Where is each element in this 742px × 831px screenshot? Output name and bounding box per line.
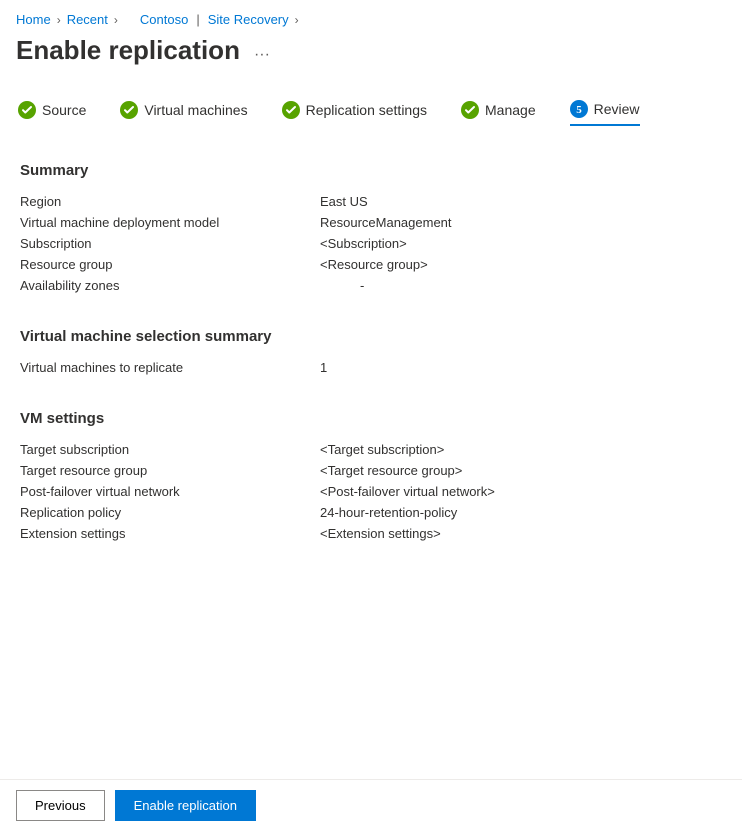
breadcrumb-home[interactable]: Home <box>16 12 51 27</box>
field-target-resource-group: Target resource group <Target resource g… <box>20 460 722 481</box>
breadcrumb-recent[interactable]: Recent <box>67 12 108 27</box>
field-value: <Target resource group> <box>320 463 462 478</box>
field-value: <Post-failover virtual network> <box>320 484 495 499</box>
section-title: Summary <box>20 162 722 179</box>
step-replication-settings[interactable]: Replication settings <box>282 101 427 125</box>
field-label: Virtual machines to replicate <box>20 360 320 375</box>
step-source[interactable]: Source <box>18 101 86 125</box>
field-label: Region <box>20 194 320 209</box>
field-resource-group: Resource group <Resource group> <box>20 254 722 275</box>
section-vm-selection: Virtual machine selection summary Virtua… <box>20 328 722 378</box>
check-circle-icon <box>18 101 36 119</box>
field-value: East US <box>320 194 368 209</box>
field-label: Target resource group <box>20 463 320 478</box>
field-value: ResourceManagement <box>320 215 452 230</box>
more-icon[interactable]: ··· <box>254 38 270 64</box>
field-post-failover-vnet: Post-failover virtual network <Post-fail… <box>20 481 722 502</box>
field-label: Virtual machine deployment model <box>20 215 320 230</box>
breadcrumb-service[interactable]: Site Recovery <box>208 12 289 27</box>
step-manage[interactable]: Manage <box>461 101 536 125</box>
field-target-subscription: Target subscription <Target subscription… <box>20 439 722 460</box>
previous-button[interactable]: Previous <box>16 790 105 821</box>
field-value: - <box>320 278 364 293</box>
step-review[interactable]: 5 Review <box>570 100 640 126</box>
chevron-right-icon: › <box>57 13 61 27</box>
wizard-steps: Source Virtual machines Replication sett… <box>0 86 742 134</box>
field-vms-to-replicate: Virtual machines to replicate 1 <box>20 357 722 378</box>
step-number-badge: 5 <box>570 100 588 118</box>
check-circle-icon <box>282 101 300 119</box>
field-subscription: Subscription <Subscription> <box>20 233 722 254</box>
field-extension-settings: Extension settings <Extension settings> <box>20 523 722 544</box>
field-availability-zones: Availability zones - <box>20 275 722 296</box>
field-label: Post-failover virtual network <box>20 484 320 499</box>
breadcrumb: Home › Recent › Contoso | Site Recovery … <box>0 0 742 31</box>
section-summary: Summary Region East US Virtual machine d… <box>20 162 722 296</box>
check-circle-icon <box>120 101 138 119</box>
page-title: Enable replication <box>16 35 240 66</box>
field-value: 24-hour-retention-policy <box>320 505 457 520</box>
step-label: Replication settings <box>306 102 427 118</box>
field-value: <Target subscription> <box>320 442 444 457</box>
field-value: <Resource group> <box>320 257 428 272</box>
content-area: Summary Region East US Virtual machine d… <box>0 134 742 596</box>
footer-actions: Previous Enable replication <box>0 779 742 831</box>
section-title: Virtual machine selection summary <box>20 328 722 345</box>
field-region: Region East US <box>20 191 722 212</box>
field-label: Resource group <box>20 257 320 272</box>
field-label: Extension settings <box>20 526 320 541</box>
section-vm-settings: VM settings Target subscription <Target … <box>20 410 722 544</box>
step-label: Review <box>594 101 640 117</box>
step-label: Virtual machines <box>144 102 247 118</box>
enable-replication-button[interactable]: Enable replication <box>115 790 256 821</box>
field-label: Subscription <box>20 236 320 251</box>
chevron-right-icon: › <box>114 13 118 27</box>
check-circle-icon <box>461 101 479 119</box>
field-replication-policy: Replication policy 24-hour-retention-pol… <box>20 502 722 523</box>
breadcrumb-contoso[interactable]: Contoso <box>140 12 188 27</box>
field-label: Target subscription <box>20 442 320 457</box>
section-title: VM settings <box>20 410 722 427</box>
field-value: 1 <box>320 360 327 375</box>
breadcrumb-separator: | <box>196 12 199 27</box>
step-virtual-machines[interactable]: Virtual machines <box>120 101 247 125</box>
step-label: Source <box>42 102 86 118</box>
svg-text:5: 5 <box>576 104 582 116</box>
field-label: Availability zones <box>20 278 320 293</box>
page-header: Enable replication ··· <box>0 31 742 86</box>
field-deployment-model: Virtual machine deployment model Resourc… <box>20 212 722 233</box>
field-label: Replication policy <box>20 505 320 520</box>
field-value: <Extension settings> <box>320 526 441 541</box>
step-label: Manage <box>485 102 536 118</box>
field-value: <Subscription> <box>320 236 407 251</box>
chevron-right-icon: › <box>295 13 299 27</box>
